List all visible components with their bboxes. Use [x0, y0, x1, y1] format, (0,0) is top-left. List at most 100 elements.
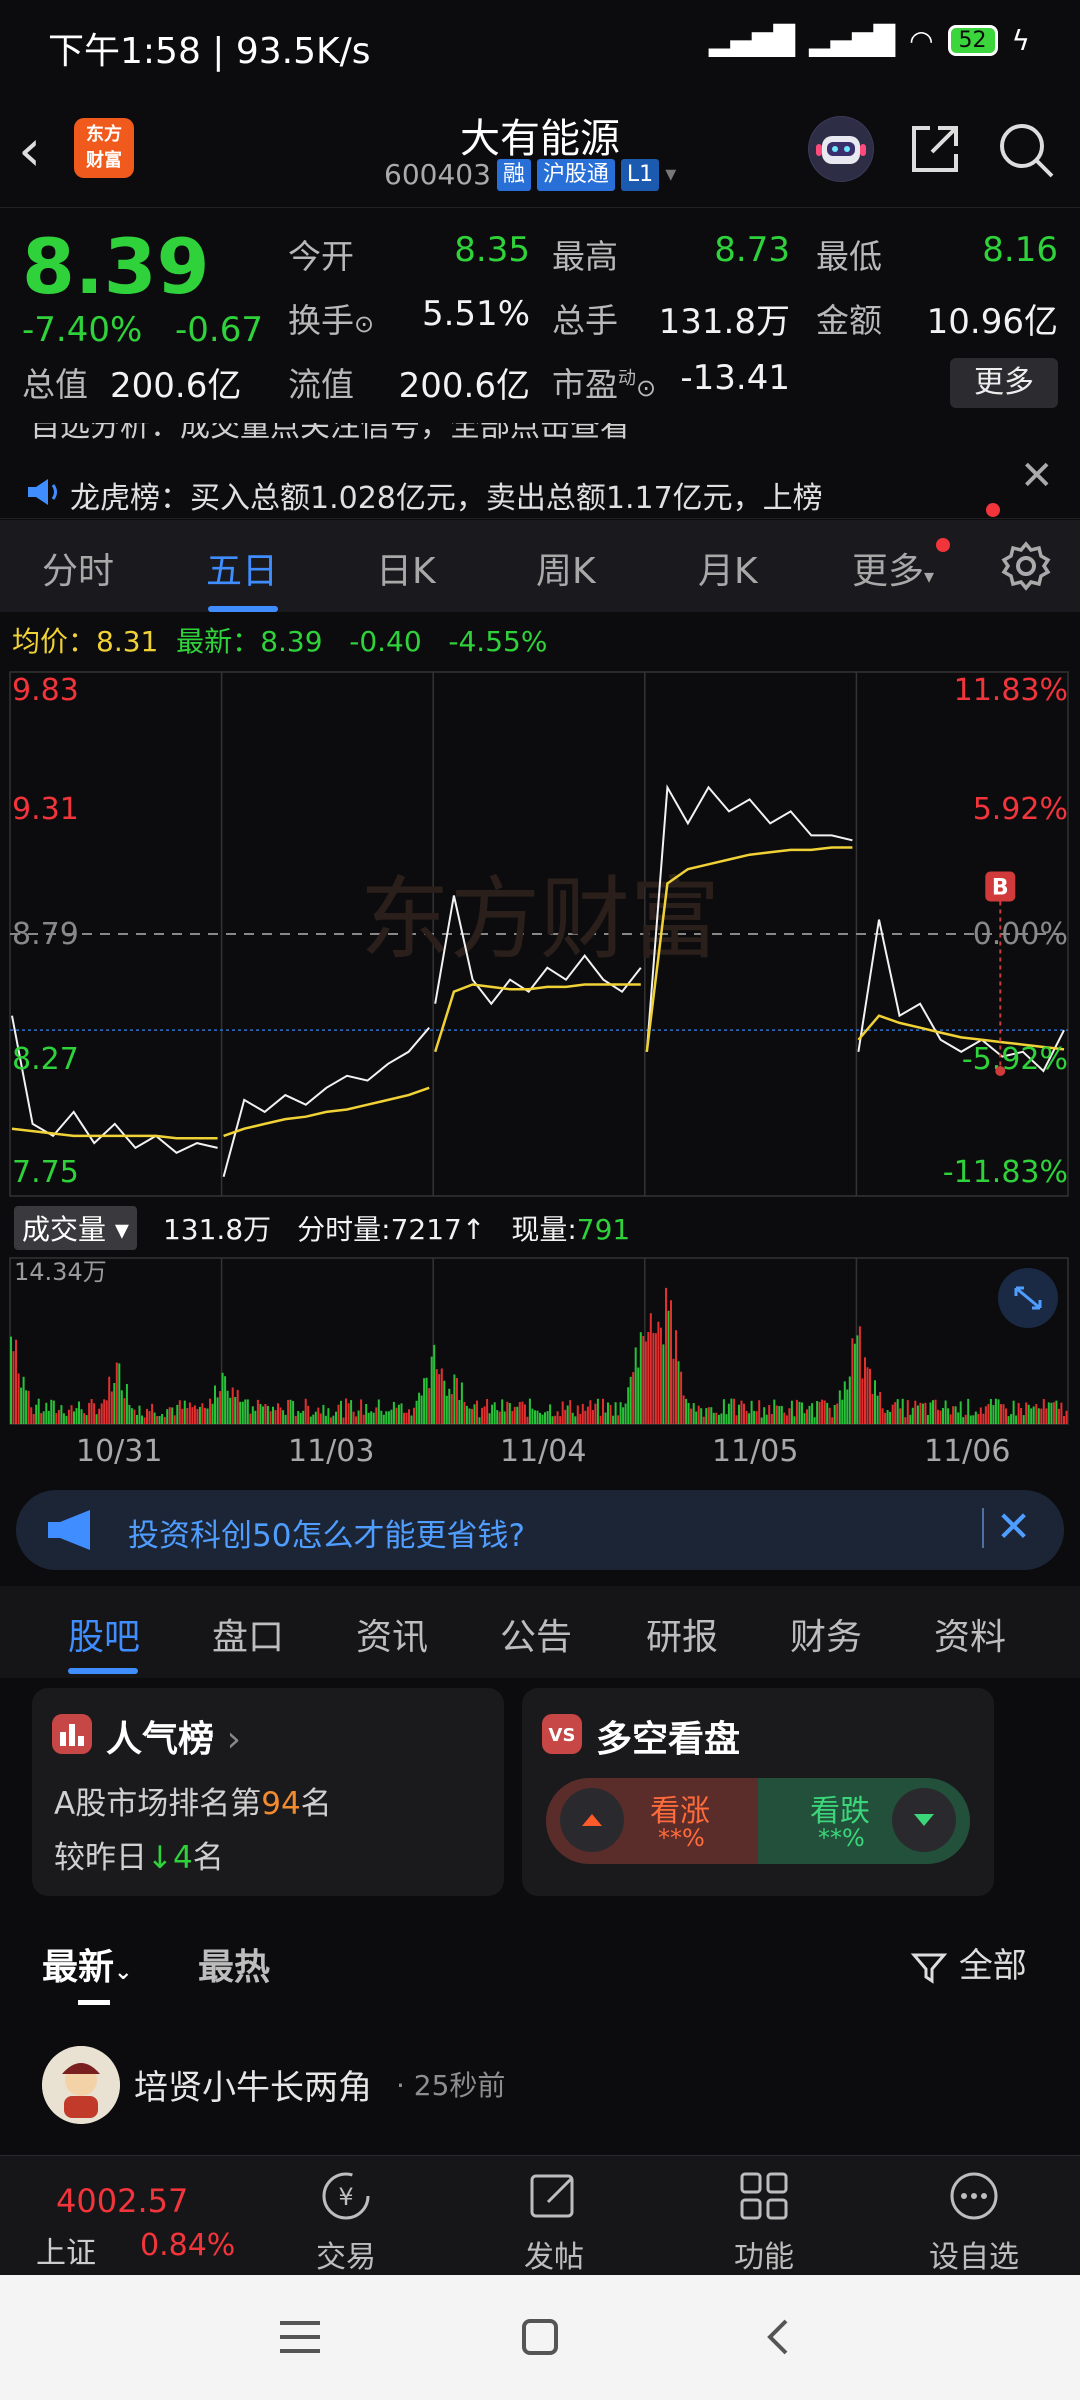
filter-all[interactable]: 全部 — [910, 1938, 1027, 1987]
volume-bar — [811, 1403, 814, 1424]
tab-daily-k[interactable]: 日K — [376, 542, 436, 594]
volume-bar — [17, 1373, 20, 1424]
volume-bar — [632, 1372, 635, 1424]
volume-bar — [266, 1405, 269, 1424]
tab-profile[interactable]: 资料 — [934, 1608, 1006, 1660]
volume-bar — [861, 1378, 864, 1424]
volume-indicator-select[interactable]: 成交量 ▾ — [14, 1206, 137, 1250]
long-short-bar[interactable]: 看涨 **% 看跌 **% — [546, 1778, 970, 1864]
volume-bar — [1010, 1414, 1013, 1424]
volume-bar — [536, 1410, 539, 1424]
popularity-card[interactable]: 人气榜 › A股市场排名第94名 较昨日↓4名 — [32, 1688, 504, 1896]
status-bar: 下午1:58 | 93.5K/s ▂▄▆█ ▂▄▆█ ◠ 52 ϟ — [0, 0, 1080, 92]
home-icon[interactable] — [516, 2313, 564, 2361]
nav-post[interactable]: 发帖 — [474, 2156, 634, 2276]
share-icon[interactable] — [906, 120, 964, 178]
volume-bar — [534, 1410, 536, 1424]
post-author[interactable]: 培贤小牛长两角 — [134, 2060, 372, 2109]
tab-finance[interactable]: 财务 — [790, 1608, 862, 1660]
volume-bar — [884, 1412, 887, 1424]
expand-icon — [998, 1268, 1058, 1328]
tab-more[interactable]: 更多▾ — [852, 542, 934, 594]
volume-bar — [647, 1332, 650, 1424]
close-icon[interactable]: ✕ — [1020, 453, 1054, 499]
search-icon[interactable] — [996, 120, 1056, 180]
volume-bar — [287, 1399, 290, 1424]
index-name[interactable]: 上证 — [36, 2228, 96, 2272]
tab-five-day[interactable]: 五日 — [206, 542, 278, 594]
tab-guba[interactable]: 股吧 — [68, 1608, 140, 1660]
gear-icon[interactable] — [1000, 540, 1052, 592]
back-nav-icon[interactable] — [756, 2313, 804, 2361]
volume-bar — [62, 1413, 65, 1424]
volume-bar — [471, 1408, 473, 1424]
avatar[interactable] — [42, 2046, 120, 2124]
index-value[interactable]: 4002.57 — [56, 2182, 188, 2220]
bear-value: **% — [818, 1824, 865, 1852]
volume-bar — [795, 1399, 798, 1424]
volume-bar — [944, 1400, 947, 1424]
volume-bar — [826, 1402, 829, 1424]
tab-news[interactable]: 资讯 — [356, 1608, 428, 1660]
bull-button[interactable] — [560, 1788, 624, 1852]
nav-add-watchlist[interactable]: 设自选 — [894, 2156, 1054, 2276]
volume-bar — [269, 1411, 272, 1424]
volume-bar — [259, 1404, 262, 1424]
y-axis-label: 8.79 — [12, 917, 79, 952]
tab-monthly-k[interactable]: 月K — [698, 542, 758, 594]
tab-intraday[interactable]: 分时 — [42, 542, 114, 594]
volume-bar — [282, 1410, 285, 1424]
volume-bar — [1027, 1404, 1030, 1424]
volume-bar — [697, 1405, 700, 1424]
tab-pankou[interactable]: 盘口 — [212, 1608, 284, 1660]
close-icon[interactable]: ✕ — [996, 1502, 1031, 1551]
ad-banner[interactable]: 投资科创50怎么才能更省钱? ✕ — [16, 1490, 1064, 1570]
volume-bar — [886, 1410, 889, 1424]
volume-bar — [599, 1415, 602, 1424]
tab-hot[interactable]: 最热 — [198, 1938, 270, 1990]
volume-bar — [554, 1415, 557, 1424]
tab-research[interactable]: 研报 — [646, 1608, 718, 1660]
volume-bar — [206, 1408, 209, 1424]
volume-bar — [1042, 1399, 1045, 1424]
volume-bar — [619, 1402, 622, 1424]
volume-bar — [130, 1408, 133, 1424]
margin-tag: 融 — [496, 158, 531, 191]
volume-bar — [531, 1408, 534, 1424]
bottom-nav: 4002.57 上证 0.84% ¥ 交易 发帖 功能 设自选 — [0, 2155, 1080, 2275]
volume-bar — [793, 1416, 796, 1424]
nav-trade[interactable]: ¥ 交易 — [266, 2156, 426, 2276]
y-axis-pct-label: 5.92% — [973, 792, 1068, 827]
volume-bar — [435, 1369, 438, 1424]
more-button[interactable]: 更多 — [950, 358, 1058, 408]
y-axis-pct-label: -5.92% — [962, 1042, 1068, 1077]
tab-announcements[interactable]: 公告 — [500, 1608, 572, 1660]
tab-weekly-k[interactable]: 周K — [536, 542, 596, 594]
volume-bar — [1060, 1402, 1063, 1424]
volume-bar — [70, 1405, 73, 1424]
volume-bar — [37, 1398, 40, 1424]
volume-bar — [801, 1402, 803, 1424]
five-day-price-chart[interactable]: 东方财富 9.83 11.83% 9.31 5.92% 8.79 0.00% 8.27 -5.… — [0, 660, 1080, 1200]
tab-latest[interactable]: 最新⌄ — [42, 1938, 132, 1990]
menu-icon[interactable] — [276, 2315, 324, 2359]
nav-functions[interactable]: 功能 — [684, 2156, 844, 2276]
volume-bar — [216, 1397, 219, 1424]
volume-bar — [501, 1399, 504, 1424]
volume-bar — [906, 1400, 909, 1424]
volume-bar — [851, 1338, 854, 1424]
volume-bar — [921, 1403, 924, 1424]
notice-bar[interactable]: 自选分析：成交量点关注信号，全部点击查看 龙虎榜：买入总额1.028亿元，卖出总… — [0, 423, 1080, 519]
volume-bar — [979, 1407, 982, 1424]
robot-assistant-icon[interactable] — [808, 116, 874, 182]
index-pct[interactable]: 0.84% — [140, 2228, 235, 2263]
y-axis-label: 9.83 — [12, 673, 79, 708]
volume-bar — [166, 1409, 169, 1424]
volume-bar — [604, 1412, 607, 1424]
volume-bar — [410, 1415, 413, 1424]
volume-bar — [765, 1414, 768, 1424]
volume-bar — [211, 1403, 214, 1424]
dropdown-icon[interactable]: ▾ — [665, 162, 676, 187]
volume-bar — [465, 1405, 468, 1424]
bear-button[interactable] — [892, 1788, 956, 1852]
